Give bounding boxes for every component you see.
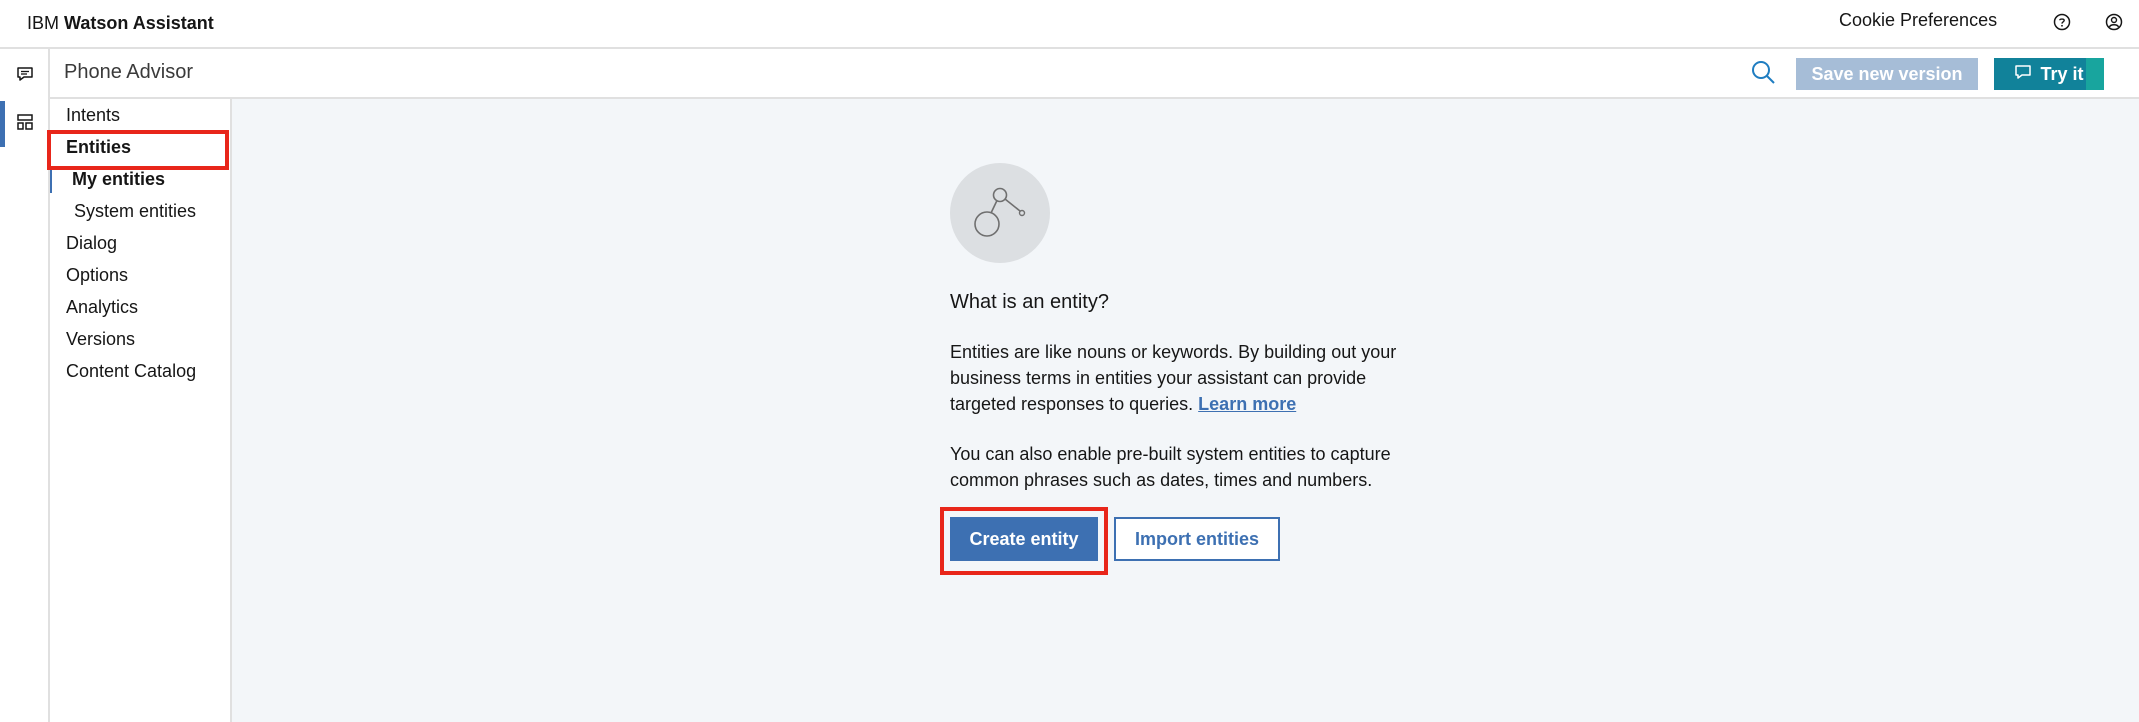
assistants-rail-button[interactable] (0, 53, 50, 99)
cookie-preferences-link[interactable]: Cookie Preferences (1839, 10, 1997, 31)
nav-item-content-catalog[interactable]: Content Catalog (66, 361, 196, 382)
nav-item-options[interactable]: Options (66, 265, 128, 286)
entity-description-text: Entities are like nouns or keywords. By … (950, 342, 1397, 414)
nav-item-analytics[interactable]: Analytics (66, 297, 138, 318)
try-it-button[interactable]: Try it (1994, 58, 2104, 90)
empty-state-title: What is an entity? (950, 291, 1109, 313)
nav-item-versions[interactable]: Versions (66, 329, 135, 350)
help-icon[interactable] (2052, 12, 2072, 32)
skill-header: Phone Advisor Save new version Try it (50, 49, 2139, 99)
user-avatar-icon[interactable] (2104, 12, 2124, 32)
brand-logo[interactable]: IBM Watson Assistant (27, 13, 214, 34)
import-entities-button[interactable]: Import entities (1114, 517, 1280, 561)
learn-more-link[interactable]: Learn more (1198, 394, 1296, 414)
entity-illustration (950, 163, 1050, 263)
skill-title: Phone Advisor (64, 61, 193, 83)
entities-highlight-box (47, 130, 229, 170)
chat-icon (15, 64, 35, 89)
try-it-accent (2086, 58, 2104, 90)
chat-bubble-icon (2014, 63, 2032, 86)
nav-item-my-entities[interactable]: My entities (72, 169, 165, 190)
nav-item-intents[interactable]: Intents (66, 105, 120, 126)
entity-description: Entities are like nouns or keywords. By … (950, 339, 1420, 417)
skills-rail-button[interactable] (0, 101, 50, 147)
system-entities-description: You can also enable pre-built system ent… (950, 444, 1391, 490)
nav-item-system-entities[interactable]: System entities (74, 201, 196, 222)
skill-side-nav: Intents Entities My entities System enti… (50, 99, 232, 722)
app-header: IBM Watson Assistant Cookie Preferences (0, 0, 2139, 49)
save-new-version-button[interactable]: Save new version (1796, 58, 1978, 90)
search-button[interactable] (1747, 58, 1779, 90)
entities-empty-state: What is an entity? Entities are like nou… (232, 99, 2139, 722)
left-rail (0, 49, 50, 722)
skills-icon (15, 112, 35, 137)
try-it-label: Try it (2040, 63, 2084, 84)
search-icon (1750, 59, 1776, 90)
create-entity-highlight-box (940, 507, 1108, 575)
nav-item-dialog[interactable]: Dialog (66, 233, 117, 254)
active-subitem-indicator (50, 167, 52, 193)
brand-name: Watson Assistant (64, 13, 214, 33)
brand-prefix: IBM (27, 13, 60, 33)
